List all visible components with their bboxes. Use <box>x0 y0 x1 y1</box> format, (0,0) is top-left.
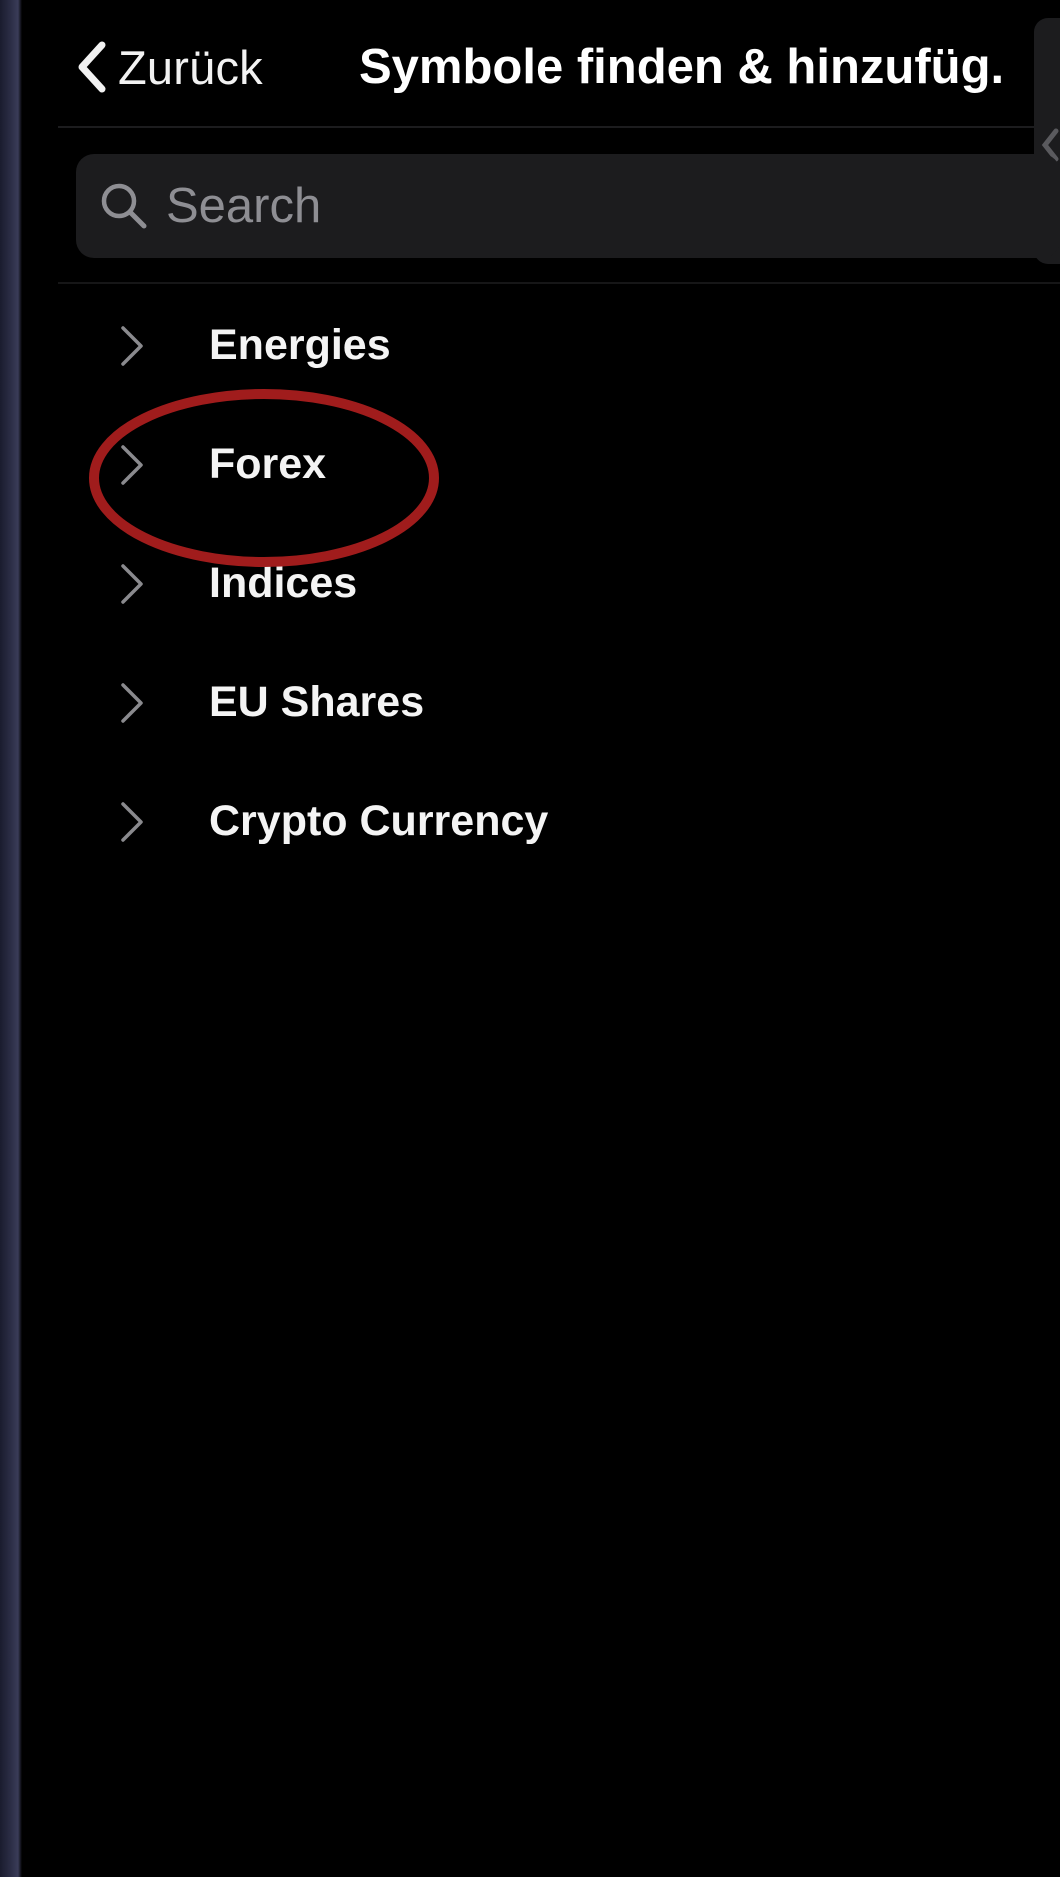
category-item-energies[interactable]: Energies <box>22 286 1060 405</box>
chevron-right-icon <box>121 683 143 723</box>
page-title: Symbole finden & hinzufüg. <box>359 40 1005 94</box>
search-divider <box>58 282 1060 284</box>
category-item-crypto-currency[interactable]: Crypto Currency <box>22 762 1060 881</box>
category-label: Energies <box>209 321 391 369</box>
category-item-indices[interactable]: Indices <box>22 524 1060 643</box>
chevron-right-icon <box>121 802 143 842</box>
nav-divider <box>58 126 1060 128</box>
chevron-left-icon <box>74 40 108 94</box>
search-icon <box>101 183 147 229</box>
search-field[interactable] <box>76 154 1060 258</box>
category-label: EU Shares <box>209 678 425 726</box>
category-label: Indices <box>209 559 358 607</box>
category-item-eu-shares[interactable]: EU Shares <box>22 643 1060 762</box>
category-label: Crypto Currency <box>209 797 549 845</box>
navigation-bar: Zurück Symbole finden & hinzufüg. <box>22 0 1060 128</box>
category-label: Forex <box>209 440 327 488</box>
category-item-forex[interactable]: Forex <box>22 405 1060 524</box>
chevron-right-icon <box>121 564 143 604</box>
chevron-right-icon <box>121 326 143 366</box>
category-list: Energies Forex Indices EU Shares Crypto … <box>22 286 1060 881</box>
back-button[interactable]: Zurück <box>74 30 263 104</box>
back-button-label: Zurück <box>118 40 263 94</box>
chevron-right-icon <box>121 445 143 485</box>
symbol-finder-screen: Zurück Symbole finden & hinzufüg. Energi… <box>22 0 1060 1877</box>
search-input[interactable] <box>164 165 1060 247</box>
